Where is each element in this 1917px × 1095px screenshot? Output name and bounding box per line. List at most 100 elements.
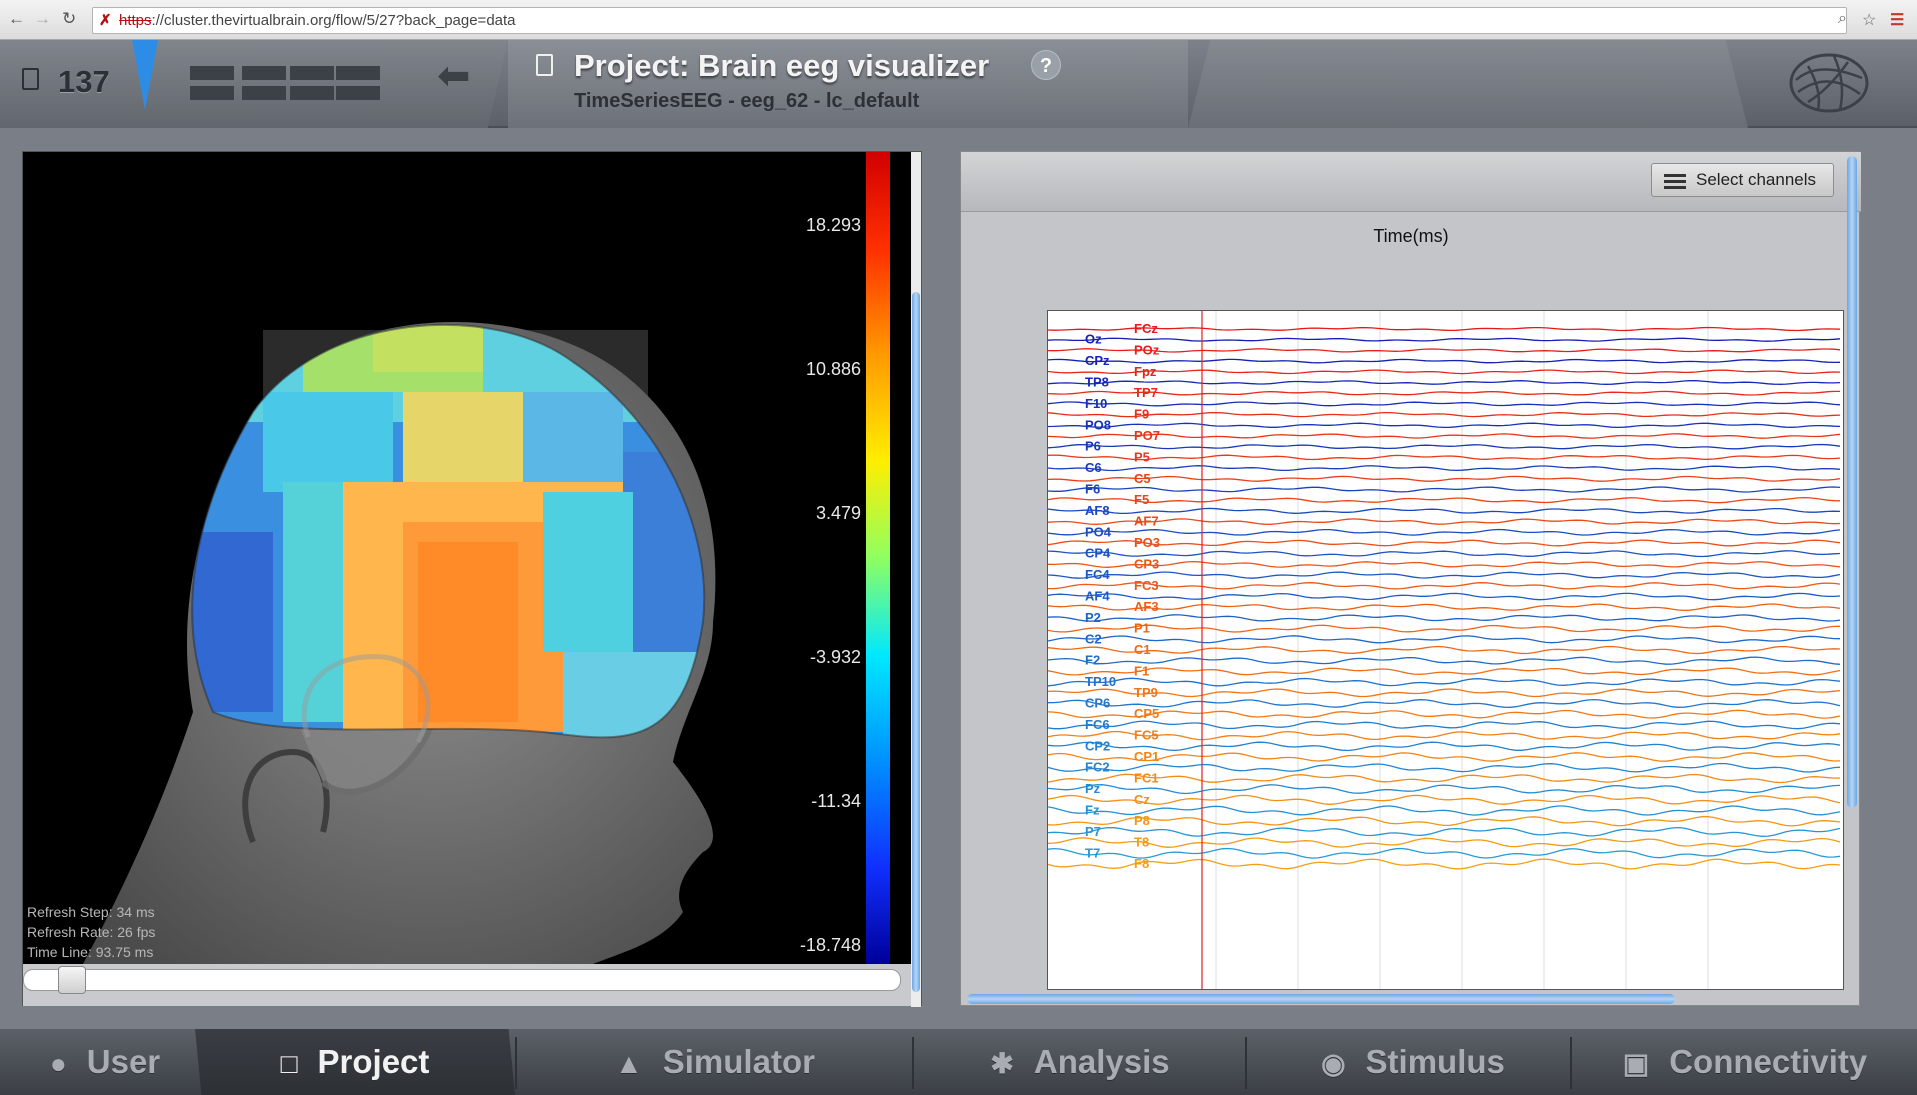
back-arrow-icon[interactable]: ← xyxy=(8,9,25,29)
eeg-channel-trace xyxy=(1048,784,1841,795)
eeg-channel-label: P5 xyxy=(1134,449,1150,464)
eeg-channel-label: AF7 xyxy=(1134,514,1159,529)
left-scrollbar[interactable] xyxy=(911,152,921,1007)
eeg-channel-trace xyxy=(1048,528,1841,536)
colorbar xyxy=(866,152,890,964)
eeg-channel-trace xyxy=(1048,422,1841,429)
tab-connectivity[interactable]: ▣ Connectivity xyxy=(1575,1029,1915,1095)
menu-block-2[interactable] xyxy=(242,66,286,80)
tab-user[interactable]: ● User xyxy=(20,1029,190,1095)
app-window: ← → ↻ ✗ https://cluster.thevirtualbrain.o… xyxy=(0,0,1917,1095)
menu-block-3[interactable] xyxy=(290,66,334,80)
eeg-channel-trace xyxy=(1048,847,1841,859)
eeg-channel-trace xyxy=(1048,603,1841,612)
menu-block-8[interactable] xyxy=(336,86,380,100)
eeg-channel-trace xyxy=(1048,475,1841,482)
eeg-traces: FCz Oz POz CPz Fpz TP8 TP7 F10 F9 PO8 PO7 P6 P5 C6 C5 F… xyxy=(1048,311,1841,989)
eeg-vertical-scrollbar[interactable] xyxy=(1847,156,1857,996)
eeg-channel-trace xyxy=(1048,390,1840,396)
eeg-channel-trace xyxy=(1048,624,1841,633)
eeg-channel-label: T7 xyxy=(1085,845,1100,860)
eeg-channel-trace xyxy=(1048,645,1841,655)
address-bar[interactable]: ✗ https://cluster.thevirtualbrain.org/flo… xyxy=(92,7,1847,34)
eeg-channel-trace xyxy=(1048,411,1841,418)
url-protocol: https xyxy=(119,12,152,29)
tab-project[interactable]: □ Project xyxy=(195,1029,515,1095)
nav-divider xyxy=(912,1037,914,1089)
eeg-channel-label: P8 xyxy=(1134,813,1150,828)
eeg-channel-trace xyxy=(1048,656,1841,665)
menu-block-4[interactable] xyxy=(336,66,380,80)
eeg-channel-label: PO4 xyxy=(1085,524,1112,539)
time-slider-handle[interactable] xyxy=(58,966,86,994)
select-channels-button[interactable]: Select channels xyxy=(1651,163,1834,197)
eeg-channel-label: CP5 xyxy=(1134,706,1159,721)
eeg-horizontal-scrollbar[interactable] xyxy=(967,994,1827,1004)
eeg-channel-trace xyxy=(1048,358,1841,364)
tab-connectivity-label: Connectivity xyxy=(1669,1043,1868,1080)
eeg-channel-trace xyxy=(1048,858,1841,870)
menu-block-1[interactable] xyxy=(190,66,234,80)
eeg-channel-trace xyxy=(1048,816,1841,827)
menu-block-7[interactable] xyxy=(290,86,334,100)
eeg-toolbar: Select channels xyxy=(961,152,1861,212)
tab-analysis-label: Analysis xyxy=(1033,1043,1170,1080)
time-slider[interactable] xyxy=(23,966,901,994)
browser-toolbar: ← → ↻ ✗ https://cluster.thevirtualbrain.o… xyxy=(0,0,1917,40)
eeg-channel-label: POz xyxy=(1134,342,1160,357)
zoom-icon[interactable]: ⌕ xyxy=(1838,10,1847,28)
eeg-channel-trace xyxy=(1048,337,1841,342)
eeg-vertical-scrollbar-thumb[interactable] xyxy=(1847,156,1857,808)
forward-arrow-icon[interactable]: → xyxy=(34,9,51,29)
eeg-channel-label: Cz xyxy=(1134,792,1150,807)
nav-divider xyxy=(1570,1037,1572,1089)
eeg-channel-label: CP6 xyxy=(1085,696,1110,711)
eeg-channel-trace xyxy=(1048,773,1841,784)
menu-block-5[interactable] xyxy=(190,86,234,100)
list-icon xyxy=(1664,174,1686,177)
tab-simulator[interactable]: ▲ Simulator xyxy=(520,1029,910,1095)
eeg-channel-label: FC1 xyxy=(1134,770,1159,785)
eeg-channel-trace xyxy=(1048,741,1841,752)
eeg-channel-label: C6 xyxy=(1085,460,1102,475)
reload-icon[interactable]: ↻ xyxy=(62,9,76,29)
eeg-channel-label: CP2 xyxy=(1085,738,1110,753)
brain-3d-viewer[interactable]: 18.293 10.886 3.479 -3.932 -11.34 -18.74… xyxy=(22,151,922,1007)
eeg-plot[interactable]: FCz Oz POz CPz Fpz TP8 TP7 F10 F9 PO8 PO7 P6 P5 C6 C5 F… xyxy=(1047,310,1844,990)
tab-stimulus[interactable]: ◉ Stimulus xyxy=(1248,1029,1578,1095)
eeg-channel-trace xyxy=(1048,805,1841,816)
tab-user-label: User xyxy=(86,1043,161,1080)
eeg-channel-trace xyxy=(1048,486,1841,493)
eeg-channel-label: P7 xyxy=(1085,824,1101,839)
rocket-icon: ▲ xyxy=(615,1048,643,1079)
eeg-channel-trace xyxy=(1048,794,1841,805)
time-line-text: Time Line: 93.75 ms xyxy=(27,944,154,960)
eeg-channel-label: FC4 xyxy=(1085,567,1110,582)
eeg-horizontal-scrollbar-thumb[interactable] xyxy=(967,994,1675,1004)
colorbar-tick: -3.932 xyxy=(809,647,861,667)
eeg-channel-trace xyxy=(1048,614,1841,622)
eeg-channel-trace xyxy=(1048,571,1841,579)
operation-counter[interactable]: 137 xyxy=(58,64,110,100)
brain-logo-icon[interactable] xyxy=(1788,50,1870,116)
blue-pointer-icon xyxy=(132,40,158,110)
head-canvas[interactable] xyxy=(23,152,866,964)
menu-block-6[interactable] xyxy=(242,86,286,100)
colorbar-tick: 3.479 xyxy=(815,503,861,523)
back-arrow-button[interactable]: ⬅ xyxy=(437,56,471,96)
left-scrollbar-thumb[interactable] xyxy=(912,292,920,992)
eeg-channel-label: AF8 xyxy=(1085,503,1110,518)
menu-icon[interactable]: ☰ xyxy=(1890,10,1904,30)
refresh-rate-text: Refresh Rate: 26 fps xyxy=(27,924,156,940)
eeg-channel-label: F6 xyxy=(1085,482,1100,497)
help-button[interactable]: ? xyxy=(1031,50,1061,80)
eeg-channel-label: FC6 xyxy=(1085,717,1110,732)
eeg-channel-label: F10 xyxy=(1085,396,1107,411)
eeg-channel-trace xyxy=(1048,539,1841,547)
eeg-channel-trace xyxy=(1048,560,1841,568)
bookmark-star-icon[interactable]: ☆ xyxy=(1862,10,1876,30)
eeg-channel-trace xyxy=(1048,496,1841,504)
colorbar-tick: -18.748 xyxy=(799,935,861,955)
tab-analysis[interactable]: ✱ Analysis xyxy=(915,1029,1245,1095)
eeg-channel-trace xyxy=(1048,709,1841,719)
